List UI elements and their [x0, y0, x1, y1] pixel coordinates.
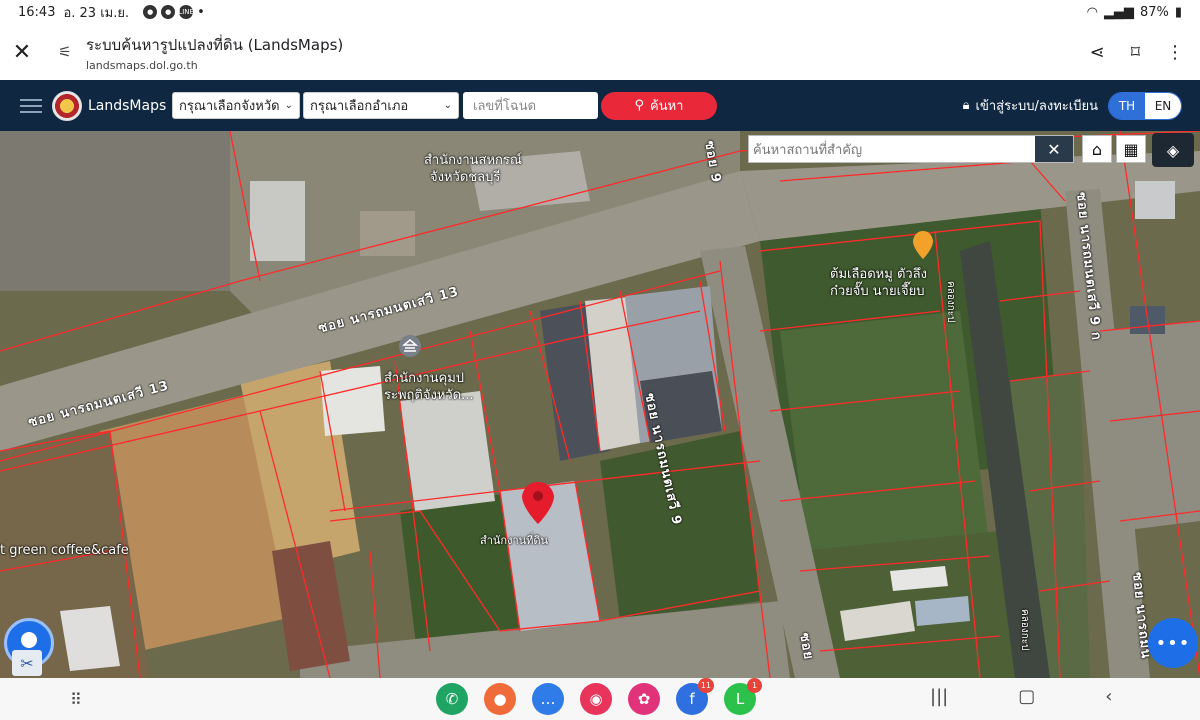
- clear-search-icon[interactable]: ✕: [1035, 136, 1073, 162]
- page-info: ระบบค้นหารูปแปลงที่ดิน (LandsMaps) lands…: [86, 33, 343, 72]
- home-button-icon[interactable]: ▢: [1018, 686, 1035, 707]
- layers-icon[interactable]: ◈: [1152, 133, 1194, 167]
- poi-label[interactable]: ระพฤติจังหวัด...: [384, 384, 474, 405]
- contacts-app-icon[interactable]: ●: [484, 683, 516, 715]
- phone-app-icon[interactable]: ✆: [436, 683, 468, 715]
- lock-icon: 🔒︎: [962, 98, 970, 113]
- language-toggle: TH EN: [1108, 91, 1182, 120]
- share-icon[interactable]: ⋖: [1090, 42, 1105, 63]
- poi-label[interactable]: จังหวัดชลบุรี: [430, 166, 500, 187]
- more-notifications-dot: •: [197, 4, 205, 20]
- signal-icon: ▂▄▆: [1103, 4, 1134, 20]
- lang-en-button[interactable]: EN: [1145, 92, 1181, 119]
- canal-label: คลองกะป: [1019, 609, 1030, 651]
- poi-label[interactable]: ก๋วยจั๊บ นายเจี๊ยบ: [830, 280, 925, 301]
- poi-label[interactable]: t green coffee&cafe: [0, 543, 129, 558]
- road-label: ซอย: [796, 631, 816, 662]
- system-navbar: ⠿ ✆ ● … ◉ ✿ f 11 L 1 ||| ▢ ‹: [0, 678, 1200, 720]
- search-button-label: ค้นหา: [650, 99, 684, 114]
- apps-grid-icon[interactable]: ⠿: [70, 690, 82, 709]
- tools-icon[interactable]: ✂: [12, 650, 42, 676]
- screen: 16:43 อ. 23 เม.ย. ● ● LINE • ◠ ▂▄▆ 87% ▮…: [0, 0, 1200, 720]
- grid-icon[interactable]: ▦: [1116, 135, 1146, 163]
- notification-icon: ●: [161, 4, 176, 19]
- line-app-icon[interactable]: L1: [724, 678, 762, 715]
- login-label: เข้าสู่ระบบ/ลงทะเบียน: [975, 99, 1098, 114]
- dol-logo: [52, 90, 82, 121]
- search-icon: ⚲: [634, 98, 645, 113]
- district-select[interactable]: กรุณาเลือกอำเภอ ⌄: [303, 92, 459, 119]
- line-notification-icon: LINE: [178, 4, 194, 19]
- login-link[interactable]: 🔒︎ เข้าสู่ระบบ/ลงทะเบียน: [963, 95, 1098, 116]
- more-menu-icon[interactable]: ⋮: [1166, 42, 1184, 63]
- recents-icon[interactable]: |||: [930, 686, 948, 707]
- place-search-input[interactable]: ค้นหาสถานที่สำคัญ: [749, 136, 1035, 162]
- satellite-map[interactable]: สำนักงานสหกรณ์ จังหวัดชลบุรี สำนักงานคุม…: [0, 131, 1200, 678]
- lang-th-button[interactable]: TH: [1109, 92, 1145, 119]
- status-date: อ. 23 เม.ย.: [63, 5, 130, 21]
- back-icon[interactable]: ‹: [1105, 686, 1112, 707]
- site-settings-icon[interactable]: ⚟: [44, 43, 86, 61]
- chevron-down-icon: ⌄: [443, 100, 452, 111]
- bookmark-icon[interactable]: ⌑: [1131, 42, 1140, 63]
- messages-app-icon[interactable]: …: [532, 683, 564, 715]
- status-bar: 16:43 อ. 23 เม.ย. ● ● LINE • ◠ ▂▄▆ 87% ▮: [0, 0, 1200, 24]
- canal-label: คลองกะป: [945, 281, 956, 323]
- home-icon[interactable]: ⌂: [1082, 135, 1112, 163]
- app-navbar: LandsMaps กรุณาเลือกจังหวัด ⌄ กรุณาเลือก…: [0, 80, 1200, 131]
- poi-label[interactable]: สำนักงานที่ดิน: [480, 531, 548, 549]
- more-options-button[interactable]: •••: [1148, 618, 1198, 668]
- app-dock: ✆ ● … ◉ ✿ f 11 L 1: [436, 678, 762, 715]
- province-select[interactable]: กรุณาเลือกจังหวัด ⌄: [172, 92, 300, 119]
- notification-icon: ●: [143, 4, 158, 19]
- province-select-value: กรุณาเลือกจังหวัด: [179, 99, 280, 114]
- status-time: 16:43: [18, 4, 56, 20]
- location-icon: [21, 632, 37, 648]
- blossom-app-icon[interactable]: ✿: [628, 683, 660, 715]
- brand-name: LandsMaps: [88, 97, 167, 114]
- page-url: landsmaps.dol.go.th: [86, 58, 198, 72]
- hamburger-menu-icon[interactable]: [20, 98, 42, 113]
- notification-badge: 1: [747, 678, 762, 693]
- browser-toolbar: ✕ ⚟ ระบบค้นหารูปแปลงที่ดิน (LandsMaps) l…: [0, 24, 1200, 80]
- place-search: ค้นหาสถานที่สำคัญ ✕: [748, 135, 1074, 163]
- page-title: ระบบค้นหารูปแปลงที่ดิน (LandsMaps): [86, 35, 344, 54]
- battery-level: 87%: [1139, 4, 1169, 20]
- district-select-value: กรุณาเลือกอำเภอ: [310, 99, 409, 114]
- camera-app-icon[interactable]: ◉: [580, 683, 612, 715]
- close-icon[interactable]: ✕: [0, 40, 44, 65]
- wifi-icon: ◠: [1086, 4, 1098, 20]
- deed-number-input[interactable]: เลขที่โฉนด: [463, 92, 598, 119]
- search-button[interactable]: ⚲ ค้นหา: [601, 91, 717, 120]
- battery-icon: ▮: [1174, 4, 1182, 20]
- map-imagery: [0, 131, 1200, 678]
- facebook-app-icon[interactable]: f 11: [676, 678, 714, 715]
- chevron-down-icon: ⌄: [284, 100, 293, 111]
- notification-badge: 11: [697, 678, 714, 693]
